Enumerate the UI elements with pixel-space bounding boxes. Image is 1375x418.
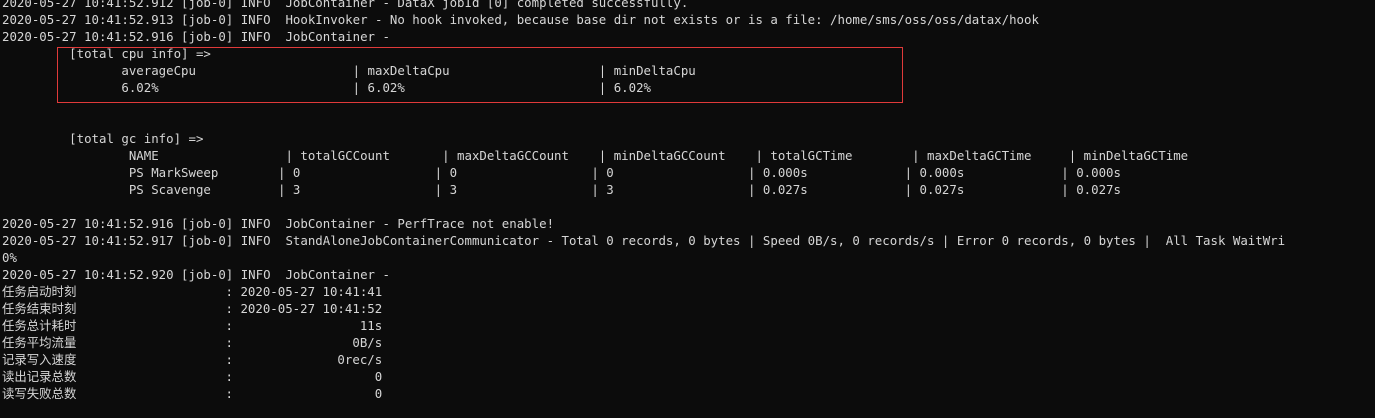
log-line: 2020-05-27 10:41:52.912 [job-0] INFO Job… <box>2 0 689 10</box>
log-line: 2020-05-27 10:41:52.917 [job-0] INFO Sta… <box>2 233 1286 248</box>
log-line: 0% <box>2 250 17 265</box>
summary-line: 读写失败总数 : 0 <box>2 386 383 401</box>
summary-line: 任务平均流量 : 0B/s <box>2 335 383 350</box>
log-line: 2020-05-27 10:41:52.920 [job-0] INFO Job… <box>2 267 398 282</box>
summary-line: 任务总计耗时 : 11s <box>2 318 383 333</box>
summary-line: 读出记录总数 : 0 <box>2 369 383 384</box>
gc-info-row: PS Scavenge | 3 | 3 | 3 | 0.027s | 0.027… <box>2 182 1218 197</box>
gc-info-row: PS MarkSweep | 0 | 0 | 0 | 0.000s | 0.00… <box>2 165 1218 180</box>
gc-info-header: [total gc info] => <box>2 131 211 146</box>
gc-info-columns: NAME | totalGCCount | maxDeltaGCCount | … <box>2 148 1226 163</box>
summary-line: 记录写入速度 : 0rec/s <box>2 352 383 367</box>
summary-line: 任务启动时刻 : 2020-05-27 10:41:41 <box>2 284 383 299</box>
terminal-window[interactable]: 2020-05-27 10:41:52.912 [job-0] INFO Job… <box>0 0 1375 418</box>
cpu-info-highlight-box <box>57 47 903 103</box>
log-line: 2020-05-27 10:41:52.916 [job-0] INFO Job… <box>2 29 398 44</box>
log-line: 2020-05-27 10:41:52.913 [job-0] INFO Hoo… <box>2 12 1039 27</box>
summary-line: 任务结束时刻 : 2020-05-27 10:41:52 <box>2 301 383 316</box>
log-line: 2020-05-27 10:41:52.916 [job-0] INFO Job… <box>2 216 555 231</box>
